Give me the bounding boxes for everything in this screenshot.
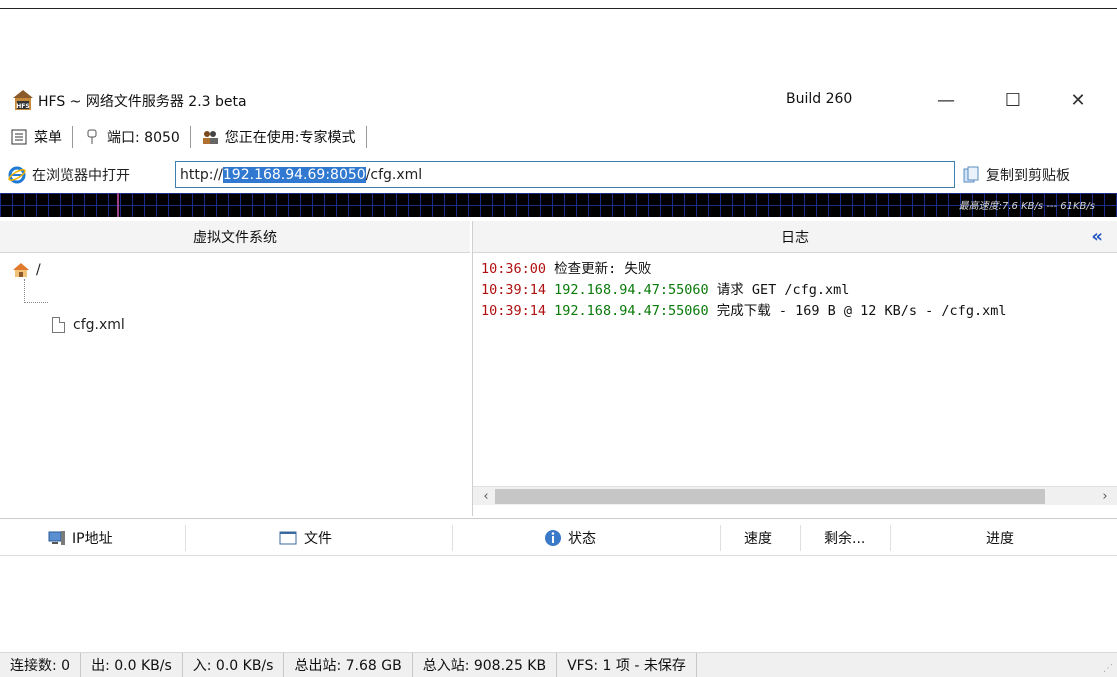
log-time: 10:39:14 — [481, 282, 547, 298]
window-title: HFS ~ 网络文件服务器 2.3 beta — [38, 94, 247, 110]
mode-button[interactable]: 您正在使用:专家模式 — [191, 124, 366, 150]
vfs-file-label: cfg.xml — [73, 317, 125, 333]
url-host-selected: 192.168.94.69:8050 — [222, 166, 366, 183]
connections-header: IP地址 文件 状态 速度 剩余... 进度 — [0, 518, 1117, 556]
plug-icon — [83, 128, 101, 146]
column-status-label: 状态 — [568, 531, 596, 547]
menu-label: 菜单 — [34, 130, 62, 146]
column-file[interactable]: 文件 — [278, 519, 332, 557]
log-ip: 192.168.94.47:55060 — [554, 282, 709, 298]
menu-button[interactable]: 菜单 — [0, 124, 72, 150]
log-header-label: 日志 — [781, 229, 809, 246]
users-icon — [201, 128, 219, 146]
tree-connector — [24, 302, 48, 303]
column-ip[interactable]: IP地址 — [48, 519, 113, 557]
column-speed-label: 速度 — [744, 531, 772, 547]
log-time: 10:39:14 — [481, 303, 547, 319]
column-progress[interactable]: 进度 — [986, 519, 1014, 557]
log-time: 10:36:00 — [481, 261, 547, 277]
info-icon — [544, 529, 562, 547]
bandwidth-graph: 最高速度:7.6 KB/s --- 61KB/s — [0, 193, 1117, 217]
vfs-header: 虚拟文件系统 — [0, 221, 470, 253]
resize-grip-icon[interactable]: ⋰ — [1103, 663, 1113, 674]
column-remaining-label: 剩余... — [824, 531, 866, 547]
copy-label: 复制到剪贴板 — [986, 168, 1070, 184]
clipboard-icon — [962, 166, 980, 184]
column-separator — [720, 525, 721, 551]
log-pane[interactable]: 日志 « 10:36:00 检查更新: 失败 10:39:14 192.168.… — [472, 221, 1117, 516]
mode-label: 您正在使用:专家模式 — [224, 130, 356, 146]
column-separator — [890, 525, 891, 551]
menu-icon — [10, 128, 28, 146]
column-file-label: 文件 — [304, 531, 332, 547]
open-in-browser-button[interactable]: 在浏览器中打开 — [8, 163, 130, 187]
file-icon — [52, 317, 65, 333]
window-icon — [278, 529, 298, 547]
vfs-file-item[interactable]: cfg.xml — [52, 317, 125, 333]
close-button[interactable]: ✕ — [1058, 85, 1098, 115]
column-separator — [452, 525, 453, 551]
vfs-pane[interactable]: 虚拟文件系统 / cfg.xml — [0, 221, 470, 516]
top-border — [0, 8, 1117, 9]
url-bar: 在浏览器中打开 http://192.168.94.69:8050/cfg.xm… — [0, 159, 1117, 191]
scroll-left-icon[interactable]: ‹ — [477, 487, 495, 506]
open-in-browser-label: 在浏览器中打开 — [32, 168, 130, 184]
status-total-in: 总入站: 908.25 KB — [413, 652, 558, 677]
port-label: 端口: 8050 — [107, 130, 180, 146]
graph-marker — [117, 193, 119, 217]
column-separator — [800, 525, 801, 551]
status-total-out: 总出站: 7.68 GB — [284, 652, 413, 677]
url-path: /cfg.xml — [365, 166, 423, 183]
url-field[interactable]: http://192.168.94.69:8050/cfg.xml — [175, 161, 955, 188]
svg-text:HFS: HFS — [16, 103, 29, 110]
build-label: Build 260 — [786, 91, 853, 107]
status-vfs[interactable]: VFS: 1 项 - 未保存 — [557, 652, 697, 677]
home-icon — [12, 261, 30, 279]
menu-separator — [365, 126, 367, 148]
status-out-speed: 出: 0.0 KB/s — [81, 652, 183, 677]
column-ip-label: IP地址 — [72, 531, 113, 547]
url-prefix: http:// — [180, 166, 223, 183]
log-entry: 10:39:14 192.168.94.47:55060 请求 GET /cfg… — [481, 280, 1117, 301]
scroll-thumb[interactable] — [495, 489, 1045, 504]
log-entries: 10:36:00 检查更新: 失败 10:39:14 192.168.94.47… — [481, 259, 1117, 322]
status-in-speed: 入: 0.0 KB/s — [183, 652, 285, 677]
log-message: 完成下载 - 169 B @ 12 KB/s - /cfg.xml — [716, 303, 1007, 319]
maximize-button[interactable]: ☐ — [993, 85, 1033, 115]
log-message: 检查更新: 失败 — [554, 261, 652, 277]
vfs-root-label: / — [36, 262, 41, 278]
log-entry: 10:39:14 192.168.94.47:55060 完成下载 - 169 … — [481, 301, 1117, 322]
column-progress-label: 进度 — [986, 531, 1014, 547]
computer-icon — [48, 529, 66, 547]
collapse-icon[interactable]: « — [1091, 226, 1103, 247]
port-button[interactable]: 端口: 8050 — [73, 124, 190, 150]
status-connections: 连接数: 0 — [0, 652, 82, 677]
log-horizontal-scrollbar[interactable]: ‹ › — [473, 486, 1117, 505]
log-ip: 192.168.94.47:55060 — [554, 303, 709, 319]
column-status[interactable]: 状态 — [544, 519, 596, 557]
tree-connector — [24, 279, 25, 303]
title-bar: HFS HFS ~ 网络文件服务器 2.3 beta Build 260 — ☐… — [0, 80, 1117, 120]
scroll-right-icon[interactable]: › — [1096, 487, 1114, 506]
vfs-root-item[interactable]: / — [12, 261, 41, 279]
vfs-header-label: 虚拟文件系统 — [193, 229, 277, 246]
hfs-app-icon: HFS — [13, 90, 33, 110]
log-entry: 10:36:00 检查更新: 失败 — [481, 259, 1117, 280]
column-remaining[interactable]: 剩余... — [824, 519, 865, 557]
log-header: 日志 « — [473, 221, 1117, 253]
ie-browser-icon — [8, 166, 26, 184]
max-speed-label: 最高速度:7.6 KB/s --- 61KB/s — [958, 201, 1095, 212]
log-message: 请求 GET /cfg.xml — [716, 282, 850, 298]
status-bar: 连接数: 0 出: 0.0 KB/s 入: 0.0 KB/s 总出站: 7.68… — [0, 652, 1117, 677]
column-separator — [185, 525, 186, 551]
column-speed[interactable]: 速度 — [744, 519, 772, 557]
copy-to-clipboard-button[interactable]: 复制到剪贴板 — [962, 163, 1070, 187]
menu-bar: 菜单 端口: 8050 您正在使用:专家模式 — [0, 120, 1117, 154]
minimize-button[interactable]: — — [926, 85, 966, 115]
